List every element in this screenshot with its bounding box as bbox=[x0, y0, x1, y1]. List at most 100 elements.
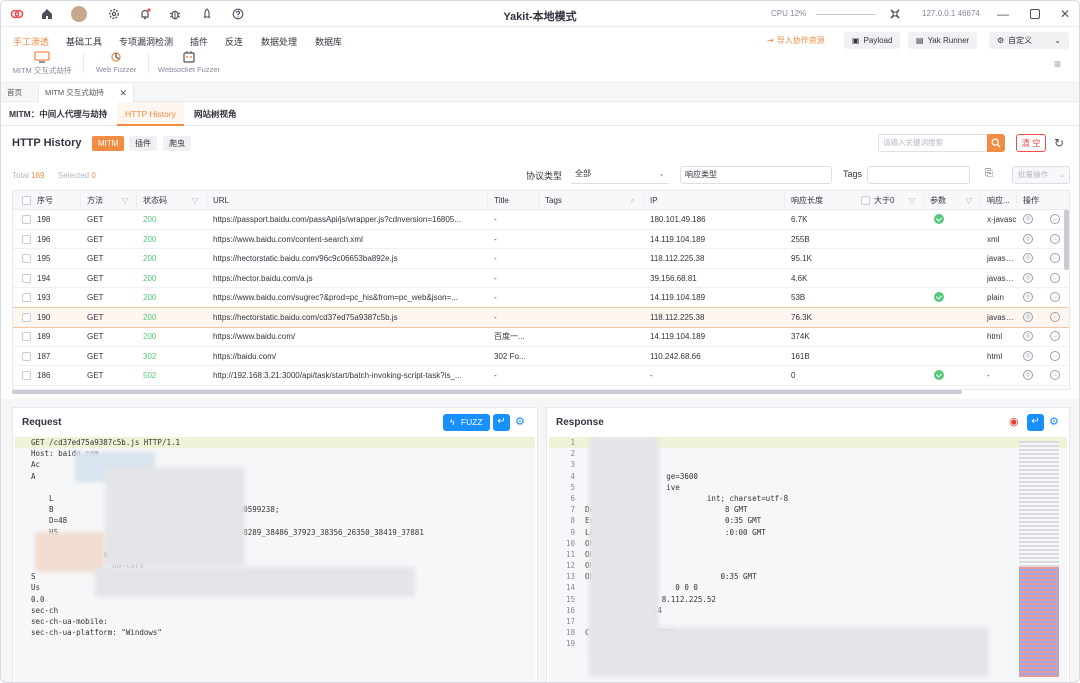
protocol-type-select[interactable]: 全部 ⌄ bbox=[571, 166, 669, 184]
row-checkbox[interactable] bbox=[22, 312, 31, 322]
table-row[interactable]: 193 GET 200 https://www.baidu.com/sugrec?&p… bbox=[13, 288, 1069, 308]
menu-vuln-detection[interactable]: 专项漏洞检测 bbox=[119, 35, 173, 48]
col-id[interactable]: 序号 bbox=[31, 191, 81, 210]
table-row[interactable]: 186 GET 502 http://192.168.3.21:3000/api/ta… bbox=[13, 366, 1069, 386]
send-to-icon[interactable]: → bbox=[1050, 272, 1060, 283]
filter-plugin[interactable]: 插件 bbox=[129, 136, 157, 151]
horizontal-scrollbar[interactable] bbox=[12, 390, 962, 394]
close-window-button[interactable]: ✕ bbox=[1057, 6, 1073, 22]
col-title[interactable]: Title bbox=[488, 191, 539, 210]
row-checkbox[interactable] bbox=[22, 234, 31, 244]
view-detail-icon[interactable]: ◎ bbox=[1023, 311, 1033, 322]
row-checkbox[interactable] bbox=[22, 332, 31, 341]
menu-basic-tools[interactable]: 基础工具 bbox=[66, 35, 102, 48]
bug-icon[interactable] bbox=[167, 6, 183, 22]
table-row[interactable]: 194 GET 200 https://hector.baidu.com/a.js - 3… bbox=[13, 269, 1069, 288]
send-to-icon[interactable]: → bbox=[1050, 311, 1060, 322]
help-icon[interactable] bbox=[230, 6, 246, 22]
view-detail-icon[interactable]: ◎ bbox=[1023, 233, 1033, 244]
menu-data-processing[interactable]: 数据处理 bbox=[261, 35, 297, 48]
col-params[interactable]: 参数 ▽ bbox=[924, 191, 981, 210]
tags-filter-select[interactable] bbox=[867, 166, 970, 184]
table-row[interactable]: 198 GET 200 https://passport.baidu.com/pass… bbox=[13, 210, 1069, 230]
select-all-checkbox[interactable] bbox=[22, 196, 31, 205]
refresh-icon[interactable]: ↻ bbox=[1054, 136, 1064, 150]
tab-http-history[interactable]: HTTP History bbox=[117, 102, 184, 126]
fuzz-button[interactable]: ϟ FUZZ bbox=[443, 414, 490, 431]
table-row[interactable]: 195 GET 200 https://hectorstatic.baidu.com/… bbox=[13, 249, 1069, 269]
row-checkbox[interactable] bbox=[22, 215, 31, 224]
col-ip[interactable]: IP bbox=[644, 191, 785, 210]
request-editor[interactable]: GET /cd37ed75a9387c5b.js HTTP/1.1 Host: b… bbox=[15, 437, 535, 682]
minimize-button[interactable]: — bbox=[995, 6, 1011, 22]
payload-button[interactable]: ▣ Payload bbox=[844, 32, 901, 49]
response-type-select[interactable]: 响应类型 bbox=[680, 166, 832, 184]
col-response-type[interactable]: 响应... bbox=[981, 191, 1017, 210]
greater-than-zero-checkbox[interactable] bbox=[861, 196, 870, 205]
tab-mitm[interactable]: MITM 交互式劫持 ✕ bbox=[38, 84, 134, 102]
col-status[interactable]: 状态码 ▽ bbox=[137, 191, 207, 210]
view-detail-icon[interactable]: ◎ bbox=[1023, 214, 1033, 224]
maximize-button[interactable] bbox=[1027, 6, 1043, 22]
batch-actions-button[interactable]: 批量操作 ⌄ bbox=[1012, 166, 1070, 184]
table-row[interactable]: 196 GET 200 https://www.baidu.com/content-s… bbox=[13, 230, 1069, 249]
row-checkbox[interactable] bbox=[22, 351, 31, 361]
view-detail-icon[interactable]: ◎ bbox=[1023, 370, 1033, 380]
send-to-icon[interactable]: → bbox=[1050, 233, 1060, 244]
tool-web-fuzzer[interactable]: Web Fuzzer bbox=[91, 51, 141, 74]
view-detail-icon[interactable]: ◎ bbox=[1023, 253, 1033, 263]
wrap-lines-button[interactable]: ↵ bbox=[493, 414, 510, 431]
editor-settings-icon[interactable]: ⚙ bbox=[1049, 416, 1061, 428]
view-detail-icon[interactable]: ◎ bbox=[1023, 331, 1033, 341]
table-row[interactable]: 187 GET 302 https://baidu.com/302 Fo... 110.… bbox=[13, 347, 1069, 366]
gear-icon[interactable] bbox=[106, 6, 122, 22]
bell-icon[interactable] bbox=[137, 6, 153, 22]
send-to-icon[interactable]: → bbox=[1050, 253, 1060, 263]
vertical-scrollbar[interactable] bbox=[1064, 210, 1069, 270]
search-button[interactable] bbox=[987, 134, 1005, 152]
yakit-logo-icon[interactable] bbox=[9, 6, 25, 22]
filter-icon[interactable]: ▽ bbox=[909, 191, 915, 210]
tab-home[interactable]: 首页 bbox=[1, 84, 28, 102]
send-to-icon[interactable]: → bbox=[1050, 214, 1060, 224]
filter-icon[interactable]: ▽ bbox=[966, 191, 972, 210]
table-row[interactable]: 190 GET 200 https://hectorstatic.baidu.com/… bbox=[13, 306, 1069, 328]
custom-menu-button[interactable]: ⚙ 自定义 ⌄ bbox=[989, 32, 1069, 49]
col-tags[interactable]: Tags ⌕ bbox=[539, 191, 644, 210]
col-length[interactable]: 响应长度 大于0 ▽ bbox=[785, 191, 924, 210]
filter-mitm[interactable]: MITM bbox=[92, 136, 125, 151]
row-checkbox[interactable] bbox=[22, 273, 31, 283]
tool-mitm[interactable]: MITM 交互式劫持 bbox=[9, 51, 75, 76]
filter-crawler[interactable]: 爬虫 bbox=[163, 136, 191, 151]
import-resources-button[interactable]: ⇥ 导入协作资源 bbox=[759, 32, 833, 49]
tab-site-tree[interactable]: 网站树视角 bbox=[186, 102, 245, 126]
row-checkbox[interactable] bbox=[22, 293, 31, 302]
col-method[interactable]: 方法 ▽ bbox=[81, 191, 137, 210]
avatar[interactable] bbox=[71, 6, 87, 22]
row-checkbox[interactable] bbox=[22, 254, 31, 263]
col-url[interactable]: URL bbox=[207, 191, 488, 210]
menu-plugins[interactable]: 插件 bbox=[190, 35, 208, 48]
history-search-input[interactable]: 请输入关键词搜索 bbox=[878, 134, 988, 152]
tab-mitm-proxy[interactable]: MITM：中间人代理与劫持 bbox=[1, 102, 115, 126]
close-tab-icon[interactable]: ✕ bbox=[119, 84, 127, 102]
row-checkbox[interactable] bbox=[22, 371, 31, 380]
engine-icon[interactable] bbox=[887, 6, 903, 22]
tool-websocket-fuzzer[interactable]: Websocket Fuzzer bbox=[156, 51, 222, 74]
menu-manual-pentest[interactable]: 手工渗透 bbox=[13, 35, 49, 48]
table-row[interactable]: 189 GET 200 https://www.baidu.com/百度一... 14.… bbox=[13, 327, 1069, 347]
send-to-icon[interactable]: → bbox=[1050, 370, 1060, 380]
clear-button[interactable]: 清 空 bbox=[1016, 134, 1046, 152]
browser-icon[interactable]: ◉ bbox=[1009, 416, 1021, 428]
menu-database[interactable]: 数据库 bbox=[315, 35, 342, 48]
wrap-lines-button[interactable]: ↵ bbox=[1027, 414, 1044, 431]
send-to-icon[interactable]: → bbox=[1050, 292, 1060, 302]
menu-reverse[interactable]: 反连 bbox=[225, 35, 243, 48]
editor-settings-icon[interactable]: ⚙ bbox=[515, 416, 527, 428]
search-icon[interactable]: ⌕ bbox=[631, 191, 635, 210]
filter-icon[interactable]: ▽ bbox=[122, 191, 128, 210]
home-icon[interactable] bbox=[39, 6, 55, 22]
view-detail-icon[interactable]: ◎ bbox=[1023, 292, 1033, 302]
view-detail-icon[interactable]: ◎ bbox=[1023, 272, 1033, 283]
response-editor[interactable]: 1234 ge=3600 5 ive 6 int; charset=utf-8 7 Da… bbox=[549, 437, 1067, 682]
